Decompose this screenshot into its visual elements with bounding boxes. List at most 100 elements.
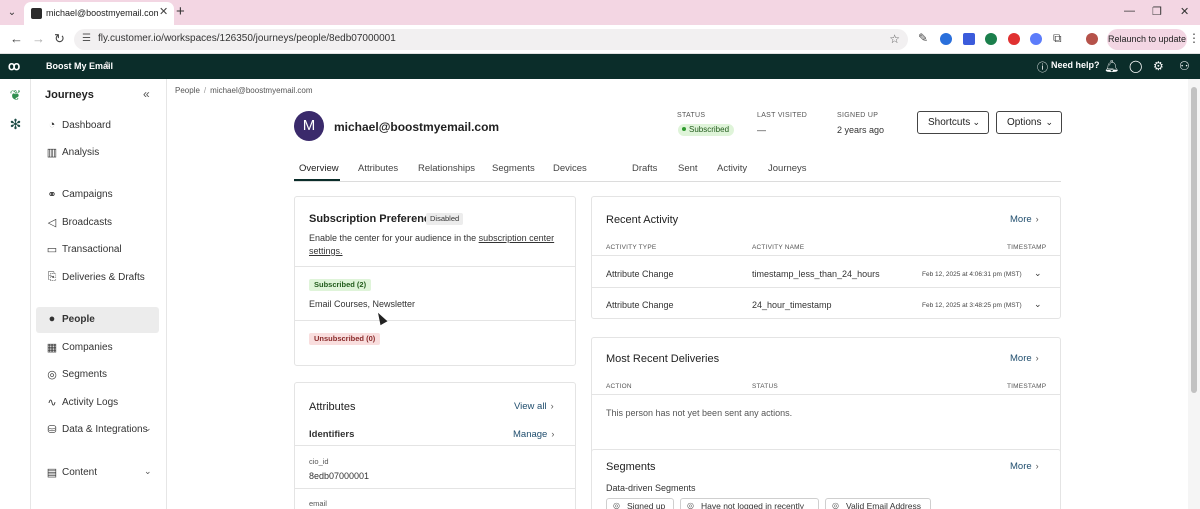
manage-identifiers-link[interactable]: Manage › [513, 429, 554, 440]
tab-journeys[interactable]: Journeys [768, 163, 807, 174]
attributes-title: Attributes [309, 401, 356, 413]
window-close-icon[interactable]: ✕ [1180, 5, 1189, 18]
minimize-icon[interactable]: — [1124, 5, 1135, 17]
segments-more-link[interactable]: More › [1010, 461, 1039, 472]
chat-icon[interactable]: ◯ [1129, 59, 1142, 73]
chevron-down-icon: ⌄ [1045, 117, 1053, 127]
page-scrollbar[interactable] [1188, 79, 1200, 509]
account-icon[interactable]: ⚇ [1179, 59, 1190, 73]
sidebar-item-label: Activity Logs [62, 397, 119, 408]
tab-search-chevron-icon[interactable]: ⌄ [4, 5, 20, 21]
help-icon[interactable]: ⓘ [1037, 59, 1048, 75]
journeys-product-icon[interactable]: ❦ [7, 87, 24, 104]
sidebar-item-label: Campaigns [62, 189, 113, 200]
last-visited-label: LAST VISITED [757, 112, 808, 119]
signed-up-label: SIGNED UP [837, 112, 879, 119]
relaunch-button[interactable]: Relaunch to update [1107, 29, 1187, 50]
extension-icon-5[interactable] [1030, 33, 1042, 45]
shortcuts-button[interactable]: Shortcuts ⌄ [917, 111, 989, 134]
sidebar-item-label: Transactional [62, 244, 122, 255]
activity-type: Attribute Change [606, 300, 674, 310]
tab-relationships[interactable]: Relationships [418, 163, 475, 174]
segment-chip[interactable]: ◎ Valid Email Address [825, 498, 931, 509]
need-help-link[interactable]: Need help? [1051, 60, 1100, 70]
segment-chip[interactable]: ◎ Signed up [606, 498, 674, 509]
identifiers-label: Identifiers [309, 429, 355, 440]
workspace-switch-icon[interactable]: ⇕ [103, 60, 111, 71]
sidebar-item-broadcasts[interactable]: ◁ Broadcasts [36, 210, 159, 236]
pen-extension-icon[interactable]: ✎ [918, 31, 928, 45]
scrollbar-thumb[interactable] [1191, 87, 1197, 393]
tab-overview[interactable]: Overview [299, 163, 339, 174]
extension-icon-1[interactable] [940, 33, 952, 45]
new-tab-icon[interactable]: + [176, 3, 185, 20]
options-button[interactable]: Options ⌄ [996, 111, 1062, 134]
collapse-sidebar-icon[interactable]: « [143, 87, 150, 101]
building-icon: ▦ [46, 342, 58, 354]
notifications-bell-icon[interactable]: 🔔︎ [1104, 59, 1119, 73]
sidebar-item-label: Data & Integrations [62, 424, 148, 435]
subscribed-topics: Email Courses, Newsletter [309, 299, 416, 309]
avatar: M [294, 111, 324, 141]
recent-activity-card: Recent Activity More › ACTIVITY TYPE ACTI… [591, 196, 1061, 319]
bookmark-star-icon[interactable]: ☆ [889, 32, 900, 46]
breadcrumb-people-link[interactable]: People [175, 86, 200, 95]
sidebar-item-content[interactable]: ▤ Content ⌄ [36, 460, 159, 486]
sidebar-item-analysis[interactable]: ▥ Analysis [36, 140, 159, 166]
sidebar-item-segments[interactable]: ◎ Segments [36, 362, 159, 388]
pipelines-product-icon[interactable]: ✻ [7, 116, 24, 133]
divider [592, 255, 1060, 256]
person-icon: ● [48, 313, 56, 325]
breadcrumb: People / michael@boostmyemail.com [175, 86, 313, 95]
sidebar-item-activity-logs[interactable]: ∿ Activity Logs [36, 390, 159, 416]
unsubscribed-count-badge: Unsubscribed (0) [309, 333, 381, 345]
recent-activity-more-link[interactable]: More › [1010, 214, 1039, 225]
tab-sent[interactable]: Sent [678, 163, 698, 174]
extension-icon-4[interactable] [1008, 33, 1020, 45]
address-bar[interactable]: ☰ fly.customer.io/workspaces/126350/jour… [74, 29, 908, 50]
reload-icon[interactable]: ↻ [54, 31, 65, 47]
forward-icon[interactable]: → [32, 31, 45, 46]
tab-attributes[interactable]: Attributes [358, 163, 398, 174]
recent-deliveries-more-link[interactable]: More › [1010, 353, 1039, 364]
tab-segments[interactable]: Segments [492, 163, 535, 174]
content-icon: ▤ [46, 467, 58, 479]
status-badge: Subscribed [678, 124, 735, 136]
tab-devices[interactable]: Devices [553, 163, 587, 174]
tab-activity[interactable]: Activity [717, 163, 747, 174]
segment-chip[interactable]: ◎ Have not logged in recently [680, 498, 819, 509]
browser-toolbar: ← → ↻ ☰ fly.customer.io/workspaces/12635… [0, 25, 1200, 54]
profile-avatar[interactable] [1086, 33, 1098, 45]
expand-row-icon[interactable]: ⌄ [1034, 299, 1042, 310]
tab-close-icon[interactable]: ✕ [159, 5, 168, 18]
browser-tab[interactable]: michael@boostmyemail.com | Pe ✕ [24, 2, 174, 25]
browser-menu-icon[interactable]: ⋮ [1188, 31, 1200, 45]
sidebar-item-companies[interactable]: ▦ Companies [36, 335, 159, 361]
puzzle-extensions-icon[interactable]: ⧉ [1053, 31, 1062, 46]
sidebar-item-people[interactable]: ● People [36, 307, 159, 333]
sidebar-item-dashboard[interactable]: ◔ Dashboard [36, 113, 159, 139]
recent-activity-title: Recent Activity [606, 214, 679, 226]
expand-row-icon[interactable]: ⌄ [1034, 268, 1042, 279]
sidebar-item-transactional[interactable]: ▭ Transactional [36, 237, 159, 263]
sidebar-item-deliveries[interactable]: ⎘ Deliveries & Drafts [36, 265, 159, 291]
sidebar-item-campaigns[interactable]: ⚭ Campaigns [36, 182, 159, 208]
extension-icon-2[interactable] [963, 33, 975, 45]
subscription-preferences-card: Subscription Preferences Disabled Enable… [294, 196, 576, 366]
extension-icon-3[interactable] [985, 33, 997, 45]
maximize-icon[interactable]: ❐ [1152, 5, 1162, 18]
data-driven-segments-label: Data-driven Segments [606, 483, 696, 493]
segments-card: Segments More › Data-driven Segments ◎ Sig… [591, 449, 1061, 509]
divider [592, 394, 1060, 395]
site-info-icon[interactable]: ☰ [82, 33, 91, 44]
sidebar-item-data-integrations[interactable]: ⛁ Data & Integrations ⌄ [36, 417, 159, 443]
back-icon[interactable]: ← [10, 31, 23, 46]
sidebar-item-label: Deliveries & Drafts [62, 272, 145, 283]
subscribed-count-badge: Subscribed (2) [309, 279, 372, 291]
segment-icon: ◎ [613, 501, 620, 509]
view-all-attributes-link[interactable]: View all › [514, 401, 554, 412]
settings-gear-icon[interactable]: ⚙ [1153, 59, 1164, 73]
customerio-logo-icon[interactable]: ꝏ [8, 60, 22, 72]
tab-drafts[interactable]: Drafts [632, 163, 657, 174]
chevron-down-icon: ⌄ [144, 423, 152, 433]
